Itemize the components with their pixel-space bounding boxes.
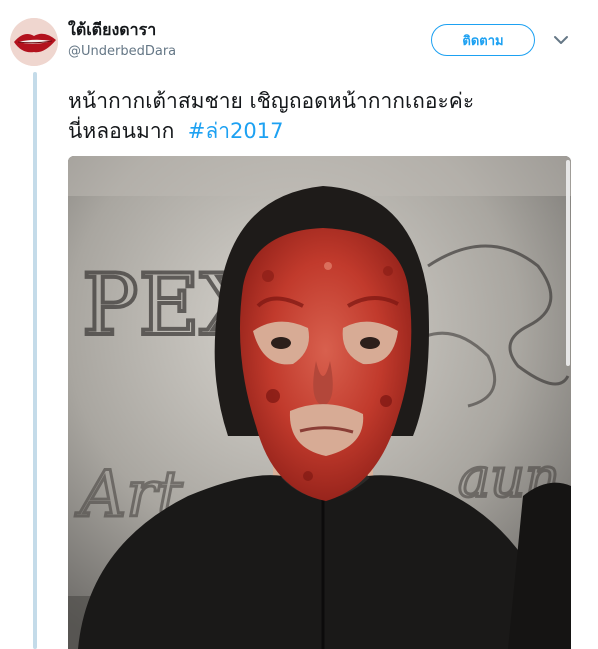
tweet-photo-image: PEX Art aun bbox=[68, 156, 571, 649]
tweet-text-line-2: นี่หลอนมาก #ล่า2017 bbox=[68, 116, 583, 146]
tweet-text: หน้ากากเต้าสมชาย เชิญถอดหน้ากากเถอะค่ะ น… bbox=[68, 86, 583, 146]
display-name[interactable]: ใต้เตียงดารา bbox=[68, 18, 156, 43]
chevron-down-icon[interactable] bbox=[552, 34, 570, 46]
tweet-photo[interactable]: PEX Art aun bbox=[68, 156, 571, 649]
tweet-text-line-2-body: นี่หลอนมาก bbox=[68, 119, 175, 143]
thread-line bbox=[33, 72, 37, 649]
user-handle[interactable]: @UnderbedDara bbox=[68, 44, 176, 59]
avatar[interactable] bbox=[10, 18, 58, 66]
lips-avatar-image bbox=[10, 18, 58, 66]
hashtag-link[interactable]: #ล่า2017 bbox=[188, 119, 284, 143]
tweet-text-line-1: หน้ากากเต้าสมชาย เชิญถอดหน้ากากเถอะค่ะ bbox=[68, 89, 475, 113]
scrollbar[interactable] bbox=[566, 160, 570, 366]
follow-button[interactable]: ติดตาม bbox=[431, 24, 535, 56]
